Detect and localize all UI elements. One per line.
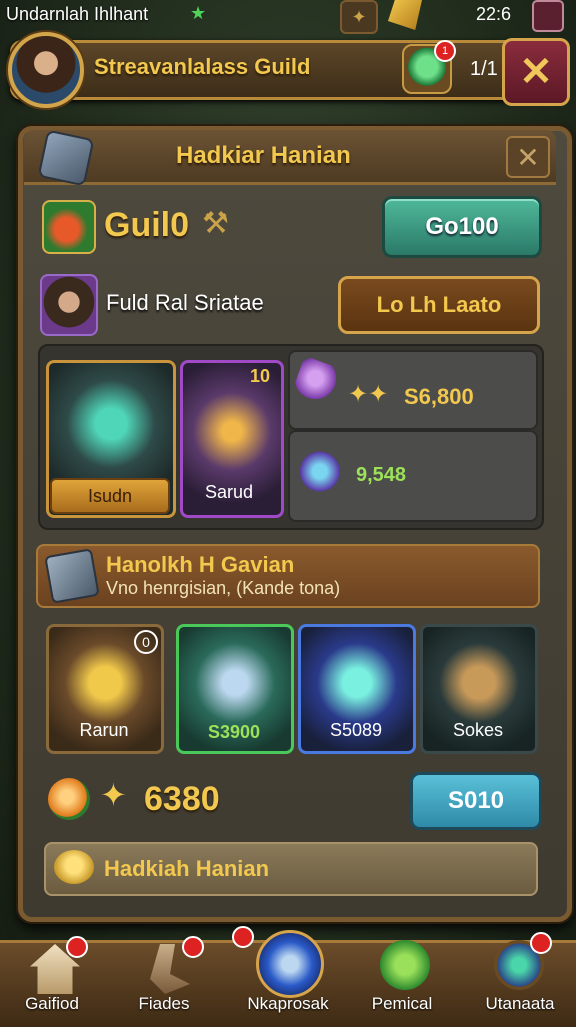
- fruit-icon: [48, 778, 90, 820]
- tile-label: Rarun: [79, 720, 129, 740]
- status-text: Undarnlah Ihlhant: [6, 4, 149, 24]
- stone-block-icon: [44, 548, 100, 604]
- nav-label-map[interactable]: Nkaprosak: [228, 994, 348, 1014]
- reward-value: 9,548: [356, 464, 407, 486]
- nav-label-home[interactable]: Gaifiod: [0, 994, 112, 1014]
- tile-label: Sokes: [452, 720, 504, 740]
- notification-badge: 1: [434, 40, 456, 62]
- raid-button[interactable]: Lo Lh Laato: [338, 276, 540, 334]
- panel-close-button[interactable]: ✕: [506, 136, 550, 178]
- reward-value: S6,800: [404, 384, 474, 409]
- notification-dot: [530, 932, 552, 954]
- close-button[interactable]: ✕: [502, 38, 570, 106]
- star-icon: ★: [190, 3, 207, 23]
- item-card-label: Sarud: [204, 482, 254, 502]
- gold-coin-icon: [54, 850, 94, 884]
- nav-label-world[interactable]: Utanaata: [460, 994, 576, 1014]
- raid-leader-avatar: [40, 274, 98, 336]
- tile-label: S3900: [207, 722, 261, 742]
- anvil-icon: ⚒: [202, 207, 229, 240]
- notification-dot: [232, 926, 254, 948]
- status-time: 22:6: [476, 4, 512, 24]
- guild-emblem-icon: [42, 200, 96, 254]
- banner-title: Hanolkh H Gavian: [106, 552, 295, 577]
- purchase-button[interactable]: S010: [410, 772, 542, 830]
- gold-button[interactable]: Go100: [382, 196, 542, 258]
- player-avatar[interactable]: [8, 32, 84, 108]
- star-icon: ✦: [100, 777, 127, 813]
- guild-name: Streavanlalass Guild: [94, 54, 311, 79]
- nav-label-weapons[interactable]: Fiades: [104, 994, 224, 1014]
- stone-block-icon: [37, 129, 95, 187]
- panel-title: Hadkiar Hanian: [176, 142, 351, 169]
- nav-label-shop[interactable]: Pemical: [342, 994, 462, 1014]
- puzzle-icon[interactable]: ✦: [340, 0, 378, 34]
- item-count: 10: [250, 366, 271, 386]
- tile-label: S5089: [329, 720, 383, 740]
- battery-icon: [532, 0, 564, 32]
- guild-label: Guil0: [104, 206, 190, 244]
- footer-label: Hadkiah Hanian: [104, 856, 270, 881]
- sparkle-icon: ✦✦: [348, 381, 389, 408]
- header-value: 1/1: [470, 58, 498, 80]
- raid-status-label: Fuld Ral Sriatae: [106, 290, 264, 315]
- compass-icon[interactable]: [256, 930, 324, 998]
- gem-icon[interactable]: [380, 940, 430, 990]
- tile-badge: 0: [134, 630, 158, 654]
- banner-subtitle: Vno henrgisian, (Kande tona): [106, 578, 341, 598]
- currency-amount: 6380: [144, 780, 220, 818]
- notification-dot: [182, 936, 204, 958]
- item-card-label: Isudn: [50, 478, 170, 514]
- notification-dot: [66, 936, 88, 958]
